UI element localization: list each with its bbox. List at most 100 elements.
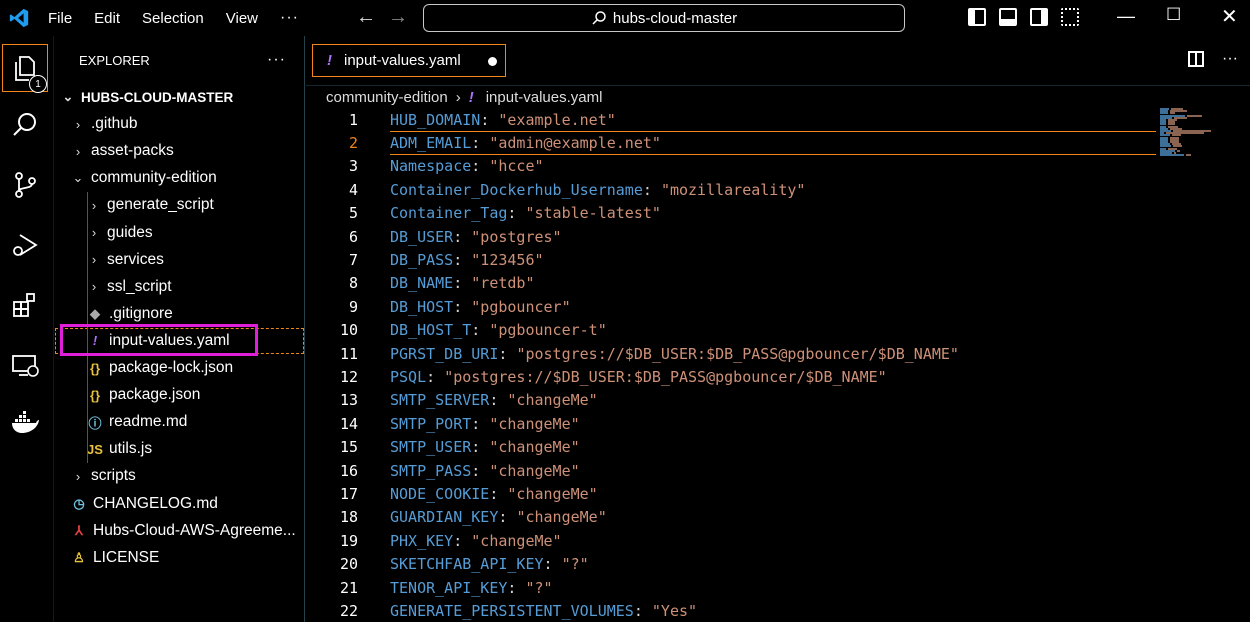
explorer-root-folder[interactable]: ⌄ HUBS-CLOUD-MASTER — [55, 84, 304, 110]
yaml-colon: : — [498, 508, 517, 527]
menu-bar: File Edit Selection View ··· — [48, 0, 321, 36]
maximize-icon[interactable]: ☐ — [1166, 5, 1181, 25]
line-number: 9 — [348, 297, 358, 316]
customize-layout-icon[interactable] — [1061, 8, 1079, 26]
code-line: 13 SMTP_SERVER: "changeMe" — [306, 389, 1156, 412]
back-arrow-icon[interactable]: ← — [356, 6, 376, 29]
code-text: TENOR_API_KEY: "?" — [390, 579, 553, 597]
file-item[interactable]: ♙ LICENSE — [55, 545, 304, 571]
close-icon[interactable]: ✕ — [1221, 4, 1238, 29]
minimap-line — [1160, 154, 1185, 157]
file-item[interactable]: ⓘ readme.md — [55, 409, 304, 435]
folder-item[interactable]: › scripts — [55, 463, 304, 489]
line-number: 7 — [348, 251, 358, 270]
folder-item[interactable]: › services — [55, 247, 304, 273]
yaml-key: GENERATE_PERSISTENT_VOLUMES — [390, 602, 634, 621]
file-item[interactable]: ◆ .gitignore — [55, 301, 304, 327]
yaml-colon: : — [489, 485, 508, 504]
chevron-right-icon: › — [91, 279, 97, 295]
file-type-icon: {} — [89, 360, 101, 376]
code-text: SMTP_SERVER: "changeMe" — [390, 391, 598, 409]
yaml-value: "changeMe" — [489, 461, 580, 480]
toggle-primary-sidebar-icon[interactable] — [968, 8, 986, 26]
run-debug-activity[interactable] — [0, 220, 50, 270]
yaml-colon: : — [471, 438, 490, 457]
tree-item-label: services — [107, 250, 164, 268]
toggle-secondary-sidebar-icon[interactable] — [1030, 8, 1048, 26]
command-center[interactable]: hubs-cloud-master — [423, 4, 905, 32]
yaml-key: TENOR_API_KEY — [390, 578, 508, 597]
menu-edit[interactable]: Edit — [94, 10, 120, 27]
yaml-value: "admin@example.net" — [489, 134, 661, 153]
source-control-activity[interactable] — [0, 160, 50, 210]
yaml-colon: : — [453, 274, 472, 293]
yaml-key: DB_NAME — [390, 274, 454, 293]
tree-item-label: community-edition — [91, 169, 217, 187]
minimap[interactable] — [1160, 108, 1230, 158]
yaml-colon: : — [471, 321, 490, 340]
tree-item-label: package-lock.json — [109, 359, 234, 376]
file-item[interactable]: ⅄ Hubs-Cloud-AWS-Agreeme... — [55, 518, 304, 544]
toggle-panel-icon[interactable] — [999, 8, 1017, 26]
menu-view[interactable]: View — [226, 10, 258, 27]
yaml-colon: : — [642, 180, 661, 199]
explorer-activity[interactable]: 1 — [2, 44, 48, 93]
code-line: 15 SMTP_USER: "changeMe" — [306, 436, 1156, 459]
line-number: 2 — [348, 134, 358, 153]
file-item[interactable]: JS utils.js — [55, 436, 304, 462]
yaml-key: Namespace — [390, 157, 472, 176]
yaml-key: DB_USER — [390, 227, 454, 246]
docker-activity[interactable] — [0, 398, 50, 448]
folder-item[interactable]: › guides — [55, 220, 304, 246]
tree-item-label: Hubs-Cloud-AWS-Agreeme... — [93, 521, 296, 539]
code-editor[interactable]: 1 HUB_DOMAIN: "example.net" 2 ADM_EMAIL: "a… — [306, 108, 1156, 622]
more-actions-icon[interactable]: ··· — [1222, 50, 1238, 68]
folder-item[interactable]: › generate_script — [55, 192, 304, 218]
folder-item[interactable]: › ssl_script — [55, 274, 304, 300]
extensions-activity[interactable] — [0, 280, 50, 330]
code-line: 16 SMTP_PASS: "changeMe" — [306, 459, 1156, 482]
editor-tab[interactable]: ! input-values.yaml — [312, 44, 506, 77]
file-item[interactable]: ◷ CHANGELOG.md — [55, 491, 304, 517]
yaml-key: PGRST_DB_URI — [390, 344, 499, 363]
yaml-colon: : — [471, 134, 490, 153]
yaml-colon: : — [471, 157, 490, 176]
code-text: GUARDIAN_KEY: "changeMe" — [390, 508, 607, 526]
menu-selection[interactable]: Selection — [142, 10, 204, 27]
explorer-more-actions[interactable]: ··· — [267, 51, 286, 69]
forward-arrow-icon[interactable]: → — [388, 6, 408, 29]
tree-item-label: utils.js — [109, 440, 153, 458]
breadcrumb-file[interactable]: input-values.yaml — [486, 89, 603, 106]
code-line: 14 SMTP_PORT: "changeMe" — [306, 412, 1156, 435]
yaml-value: "changeMe" — [489, 438, 580, 457]
yaml-colon: : — [453, 251, 472, 270]
tree-item-label: ssl_script — [107, 277, 172, 295]
folder-item[interactable]: ⌄ community-edition — [55, 165, 304, 191]
breadcrumb-folder[interactable]: community-edition — [326, 89, 448, 106]
code-line: 7 DB_PASS: "123456" — [306, 248, 1156, 271]
code-text: GENERATE_PERSISTENT_VOLUMES: "Yes" — [390, 602, 697, 620]
folder-item[interactable]: › .github — [55, 111, 304, 137]
folder-item[interactable]: › asset-packs — [55, 138, 304, 164]
file-item[interactable]: {} package.json — [55, 382, 304, 408]
chevron-right-icon: › — [75, 116, 81, 132]
menu-more[interactable]: ··· — [280, 9, 299, 27]
yaml-value: "changeMe" — [507, 485, 598, 504]
remote-explorer-activity[interactable] — [0, 340, 50, 390]
unsaved-dot-icon[interactable] — [488, 57, 497, 66]
yaml-colon: : — [489, 391, 508, 410]
minimize-icon[interactable]: — — [1117, 6, 1135, 27]
line-number: 13 — [339, 391, 358, 410]
split-editor-icon[interactable] — [1188, 51, 1205, 67]
line-number: 14 — [339, 414, 358, 433]
line-number: 19 — [339, 531, 358, 550]
line-number: 5 — [348, 204, 358, 223]
explorer-title: EXPLORER — [79, 52, 150, 68]
menu-file[interactable]: File — [48, 10, 72, 27]
yaml-colon: : — [471, 461, 490, 480]
breadcrumb: community-edition › ! input-values.yaml — [326, 86, 602, 108]
tree-item-label: asset-packs — [91, 142, 174, 160]
yaml-value: "123456" — [471, 251, 544, 270]
file-item[interactable]: {} package-lock.json — [55, 355, 304, 381]
search-activity[interactable] — [0, 100, 50, 150]
